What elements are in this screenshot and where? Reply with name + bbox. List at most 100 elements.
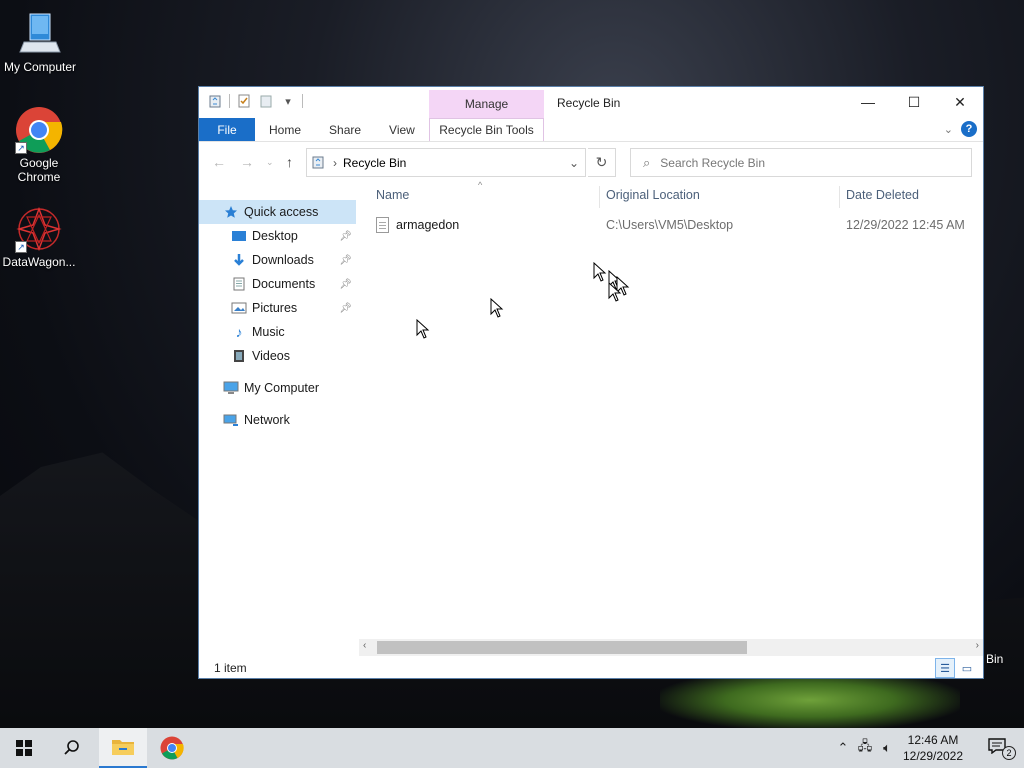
show-hidden-icons-chevron-icon[interactable]: ⌃ bbox=[832, 740, 854, 756]
recent-locations-chevron-icon[interactable]: ⌄ bbox=[266, 157, 274, 168]
desktop-icon-chrome[interactable]: ↗ Google Chrome bbox=[0, 106, 79, 184]
pin-icon[interactable]: 📌︎ bbox=[339, 231, 352, 242]
search-taskbar-button[interactable] bbox=[48, 728, 96, 768]
column-divider[interactable] bbox=[839, 186, 840, 208]
column-header-original-location[interactable]: Original Location bbox=[606, 188, 700, 208]
file-name: armagedon bbox=[396, 218, 460, 232]
sidebar-item-my-computer[interactable]: My Computer bbox=[199, 376, 356, 400]
tab-file[interactable]: File bbox=[199, 118, 255, 141]
scroll-right-chevron-icon[interactable]: › bbox=[976, 640, 979, 651]
column-divider[interactable] bbox=[599, 186, 600, 208]
sidebar-item-documents[interactable]: Documents 📌︎ bbox=[199, 272, 356, 296]
item-count: 1 item bbox=[214, 661, 247, 675]
network-status-icon[interactable]: 🖧︎ bbox=[854, 737, 876, 759]
original-location-cell: C:\Users\VM5\Desktop bbox=[606, 218, 734, 232]
title-bar[interactable]: ▾ Manage Recycle Bin — ☐ ✕ File Home Sha… bbox=[199, 87, 983, 141]
close-button[interactable]: ✕ bbox=[937, 87, 983, 117]
desktop-icon-label: My Computer bbox=[3, 60, 77, 74]
pin-icon[interactable]: 📌︎ bbox=[339, 255, 352, 266]
sidebar-item-label: Documents bbox=[252, 277, 316, 291]
desktop-icon-label: DataWagon... bbox=[2, 255, 76, 269]
qat-separator bbox=[302, 94, 303, 108]
system-tray: ⌃ 🖧︎ 🔈︎ 12:46 AM 12/29/2022 bbox=[832, 728, 968, 768]
ribbon-right-controls: ⌄ ? bbox=[944, 121, 977, 137]
clock[interactable]: 12:46 AM 12/29/2022 bbox=[898, 732, 968, 764]
scrollbar-thumb[interactable] bbox=[377, 641, 747, 654]
recycle-bin-small-icon bbox=[311, 155, 327, 171]
music-icon: ♪ bbox=[235, 324, 243, 340]
properties-icon[interactable] bbox=[236, 93, 252, 109]
address-bar[interactable]: › Recycle Bin ⌄ bbox=[306, 148, 586, 177]
sidebar-item-downloads[interactable]: Downloads 📌︎ bbox=[199, 248, 356, 272]
ribbon-divider bbox=[199, 141, 983, 142]
explorer-window[interactable]: ▾ Manage Recycle Bin — ☐ ✕ File Home Sha… bbox=[198, 86, 984, 679]
document-icon bbox=[231, 276, 247, 292]
column-header-name[interactable]: Name bbox=[376, 188, 409, 208]
star-icon bbox=[223, 204, 239, 220]
tab-home[interactable]: Home bbox=[255, 118, 315, 141]
video-icon bbox=[231, 348, 247, 364]
tab-recycle-bin-tools[interactable]: Recycle Bin Tools bbox=[429, 118, 544, 141]
search-placeholder: Search Recycle Bin bbox=[660, 155, 765, 170]
back-arrow-icon[interactable]: ← bbox=[212, 154, 226, 170]
desktop-icon-label: Google Chrome bbox=[17, 156, 61, 184]
file-explorer-taskbar-button[interactable] bbox=[99, 728, 147, 768]
expand-ribbon-chevron-icon[interactable]: ⌄ bbox=[944, 123, 953, 136]
start-button[interactable] bbox=[0, 728, 48, 768]
sidebar-item-videos[interactable]: Videos bbox=[199, 344, 356, 368]
sidebar-item-label: My Computer bbox=[244, 381, 320, 395]
sidebar-item-label: Videos bbox=[252, 349, 290, 363]
forward-arrow-icon[interactable]: → bbox=[240, 154, 254, 170]
file-name-cell[interactable]: armagedon bbox=[376, 217, 459, 233]
sidebar-item-pictures[interactable]: Pictures 📌︎ bbox=[199, 296, 356, 320]
horizontal-scrollbar[interactable]: ‹ › bbox=[359, 639, 983, 656]
help-icon[interactable]: ? bbox=[961, 121, 977, 137]
sidebar-item-network[interactable]: Network bbox=[199, 408, 356, 432]
tab-view[interactable]: View bbox=[375, 118, 429, 141]
picture-icon bbox=[231, 300, 247, 316]
view-switcher: ☰ ▭ bbox=[935, 658, 977, 678]
scroll-left-chevron-icon[interactable]: ‹ bbox=[363, 640, 366, 651]
address-dropdown-chevron-icon[interactable]: ⌄ bbox=[563, 156, 585, 170]
pin-icon[interactable]: 📌︎ bbox=[339, 303, 352, 314]
contextual-tab-group-label: Manage bbox=[464, 97, 509, 111]
breadcrumb-recycle-bin[interactable]: Recycle Bin bbox=[343, 156, 406, 170]
customize-qat-icon[interactable]: ▾ bbox=[280, 93, 296, 109]
desktop-icon-recycle-bin-label[interactable]: Bin bbox=[986, 652, 1003, 666]
details-view-icon[interactable]: ☰ bbox=[935, 658, 955, 678]
mouse-cursor-icon bbox=[416, 319, 430, 339]
action-center-button[interactable]: 2 bbox=[988, 738, 1016, 760]
tab-share[interactable]: Share bbox=[315, 118, 375, 141]
refresh-button[interactable]: ↻ bbox=[588, 148, 616, 177]
clock-date: 12/29/2022 bbox=[902, 749, 964, 763]
chrome-icon bbox=[160, 736, 184, 760]
up-arrow-icon[interactable]: ↑ bbox=[286, 154, 293, 170]
volume-icon[interactable]: 🔈︎ bbox=[876, 740, 898, 756]
column-header-date-deleted[interactable]: Date Deleted bbox=[846, 188, 919, 208]
table-row[interactable]: armagedon C:\Users\VM5\Desktop 12/29/202… bbox=[376, 214, 976, 236]
sidebar-item-music[interactable]: ♪ Music bbox=[199, 320, 356, 344]
minimize-button[interactable]: — bbox=[845, 87, 891, 117]
new-folder-icon[interactable] bbox=[258, 93, 274, 109]
chrome-taskbar-button[interactable] bbox=[148, 728, 196, 768]
search-box[interactable]: ⌕ Search Recycle Bin bbox=[630, 148, 972, 177]
text-file-icon bbox=[376, 217, 389, 233]
sidebar-item-label: Network bbox=[244, 413, 290, 427]
network-icon bbox=[223, 412, 239, 428]
large-icons-view-icon[interactable]: ▭ bbox=[957, 658, 977, 678]
wallpaper-tent-glow bbox=[660, 670, 960, 730]
window-title: Recycle Bin bbox=[557, 96, 621, 110]
sidebar-item-label: Desktop bbox=[252, 229, 298, 243]
maximize-button[interactable]: ☐ bbox=[891, 87, 937, 117]
sidebar-item-desktop[interactable]: Desktop 📌︎ bbox=[199, 224, 356, 248]
file-list[interactable]: ^ Name Original Location Date Deleted ar… bbox=[356, 178, 983, 638]
navigation-bar: ← → ⌄ ↑ › Recycle Bin ⌄ ↻ ⌕ Search Recyc… bbox=[199, 148, 983, 178]
window-controls: — ☐ ✕ bbox=[845, 87, 983, 117]
mouse-cursor-icon bbox=[608, 282, 622, 302]
sidebar-item-quick-access[interactable]: Quick access bbox=[199, 200, 356, 224]
shortcut-arrow-icon: ↗ bbox=[15, 241, 27, 253]
desktop-icon-datawagon[interactable]: ↗ DataWagon... bbox=[0, 205, 79, 269]
pin-icon[interactable]: 📌︎ bbox=[339, 279, 352, 290]
breadcrumb-chevron-icon[interactable]: › bbox=[333, 156, 337, 170]
desktop-icon-my-computer[interactable]: My Computer bbox=[0, 10, 80, 74]
